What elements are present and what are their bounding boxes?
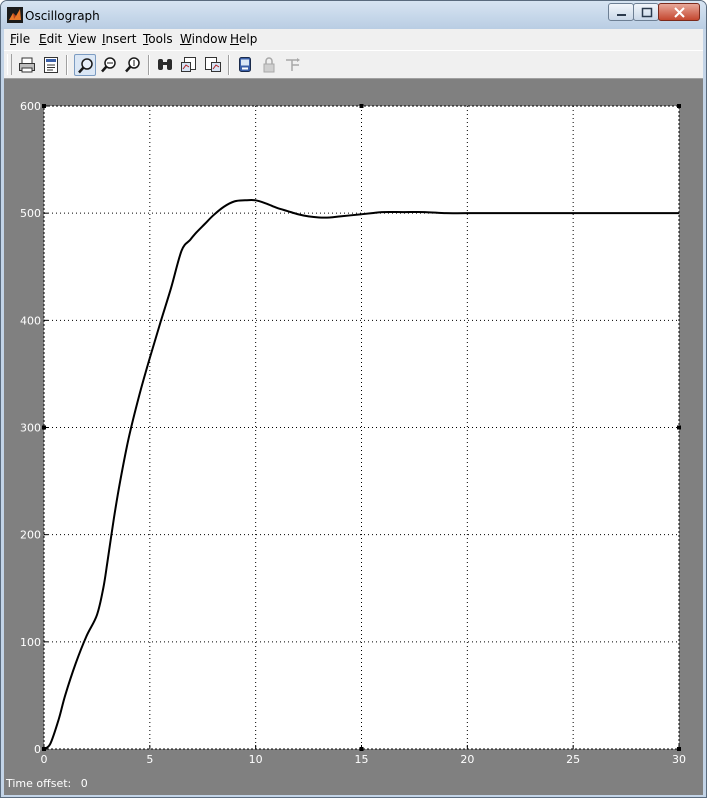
maximize-button[interactable] — [633, 3, 659, 21]
x-tick-label: 5 — [146, 753, 153, 766]
status-bar: Time offset: 0 — [6, 777, 94, 790]
y-tick-label: 0 — [34, 743, 41, 756]
toolbar-separator — [228, 55, 230, 75]
scope-plot[interactable]: 0 5 10 15 20 25 300100200300400500600 — [4, 79, 703, 795]
zoom-button[interactable] — [74, 54, 96, 76]
restore-axes-icon — [205, 57, 221, 72]
menu-label-rest: elp — [239, 32, 258, 46]
menu-label-rest: ile — [16, 32, 31, 46]
menu-tools[interactable]: Tools — [143, 31, 173, 47]
menu-label-rest: indow — [191, 32, 228, 46]
axes-selection-handle — [359, 747, 364, 751]
autoscale-button[interactable] — [154, 54, 176, 76]
y-tick-label: 300 — [20, 422, 41, 435]
axes-selection-handle — [359, 104, 364, 108]
floating-scope-icon — [239, 57, 251, 72]
scope-display: 0 5 10 15 20 25 30 0 100 200 300 400 500 600 Time off… — [4, 79, 703, 795]
menu-accelerator: W — [180, 32, 192, 46]
menu-bar: File Edit View Insert Tools Window Help — [4, 29, 703, 49]
x-tick-label: 25 — [566, 753, 580, 766]
close-button[interactable] — [658, 3, 700, 21]
restore-axes-button[interactable] — [202, 54, 224, 76]
menu-file[interactable]: File — [10, 31, 30, 47]
oscillograph-window: Oscillograph File Edit View Insert Tools Wind… — [0, 0, 707, 798]
lock-axes-icon — [263, 57, 275, 73]
floating-scope-button[interactable] — [234, 54, 256, 76]
menu-label-rest: dit — [46, 32, 63, 46]
y-tick-label: 400 — [20, 314, 41, 327]
menu-accelerator: V — [68, 32, 76, 46]
menu-help[interactable]: Help — [230, 31, 257, 47]
menu-label-rest: iew — [75, 32, 97, 46]
zoom-icon — [78, 58, 93, 74]
zoom-x-button[interactable] — [98, 54, 120, 76]
lock-axes-button[interactable] — [258, 54, 280, 76]
scope-parameters-button[interactable] — [40, 54, 62, 76]
axes-selection-handle — [677, 104, 681, 108]
menu-window[interactable]: Window — [180, 31, 227, 47]
toolbar-separator — [148, 55, 150, 75]
print-icon — [19, 57, 35, 73]
zoom-y-button[interactable] — [122, 54, 144, 76]
maximize-icon — [641, 7, 653, 18]
menu-label-rest: ools — [148, 32, 173, 46]
menu-insert[interactable]: Insert — [102, 31, 136, 47]
axes-selection-handle — [677, 747, 681, 751]
signal-selector-button[interactable] — [282, 54, 304, 76]
toolbar-grip[interactable] — [7, 54, 12, 75]
minimize-icon — [617, 14, 626, 16]
x-tick-label: 30 — [672, 753, 686, 766]
menu-label-rest: nsert — [105, 32, 137, 46]
parameters-icon — [44, 57, 58, 73]
axes-selection-handle — [677, 425, 681, 430]
y-tick-label: 500 — [20, 207, 41, 220]
zoom-y-icon — [125, 57, 140, 73]
time-offset-value: 0 — [80, 777, 88, 790]
signal-selector-icon — [286, 58, 300, 71]
matlab-app-icon — [7, 7, 23, 23]
axes-selection-handle — [42, 104, 46, 108]
x-tick-label: 10 — [249, 753, 263, 766]
y-tick-label: 100 — [20, 636, 41, 649]
window-title: Oscillograph — [25, 9, 100, 23]
y-tick-label: 200 — [20, 529, 41, 542]
toolbar — [4, 50, 703, 79]
menu-accelerator: E — [39, 32, 47, 46]
autoscale-icon — [158, 59, 172, 70]
toolbar-separator — [66, 55, 68, 75]
x-tick-label: 0 — [41, 753, 48, 766]
menu-accelerator: H — [230, 32, 240, 46]
zoom-x-icon — [101, 57, 116, 73]
title-bar[interactable]: Oscillograph — [1, 1, 706, 29]
save-axes-button[interactable] — [178, 54, 200, 76]
x-tick-label: 15 — [355, 753, 369, 766]
minimize-button[interactable] — [608, 3, 634, 21]
x-tick-label: 20 — [460, 753, 474, 766]
scope-frame: File Edit View Insert Tools WindowHelp — [4, 29, 703, 795]
save-axes-icon — [181, 57, 196, 72]
menu-edit[interactable]: Edit — [39, 31, 62, 47]
y-tick-label: 600 — [20, 100, 41, 113]
time-offset-label: Time offset: — [6, 777, 72, 790]
menu-view[interactable]: View — [68, 31, 96, 47]
print-button[interactable] — [16, 54, 38, 76]
close-icon — [674, 7, 685, 18]
axes-selection-handle — [42, 425, 46, 430]
